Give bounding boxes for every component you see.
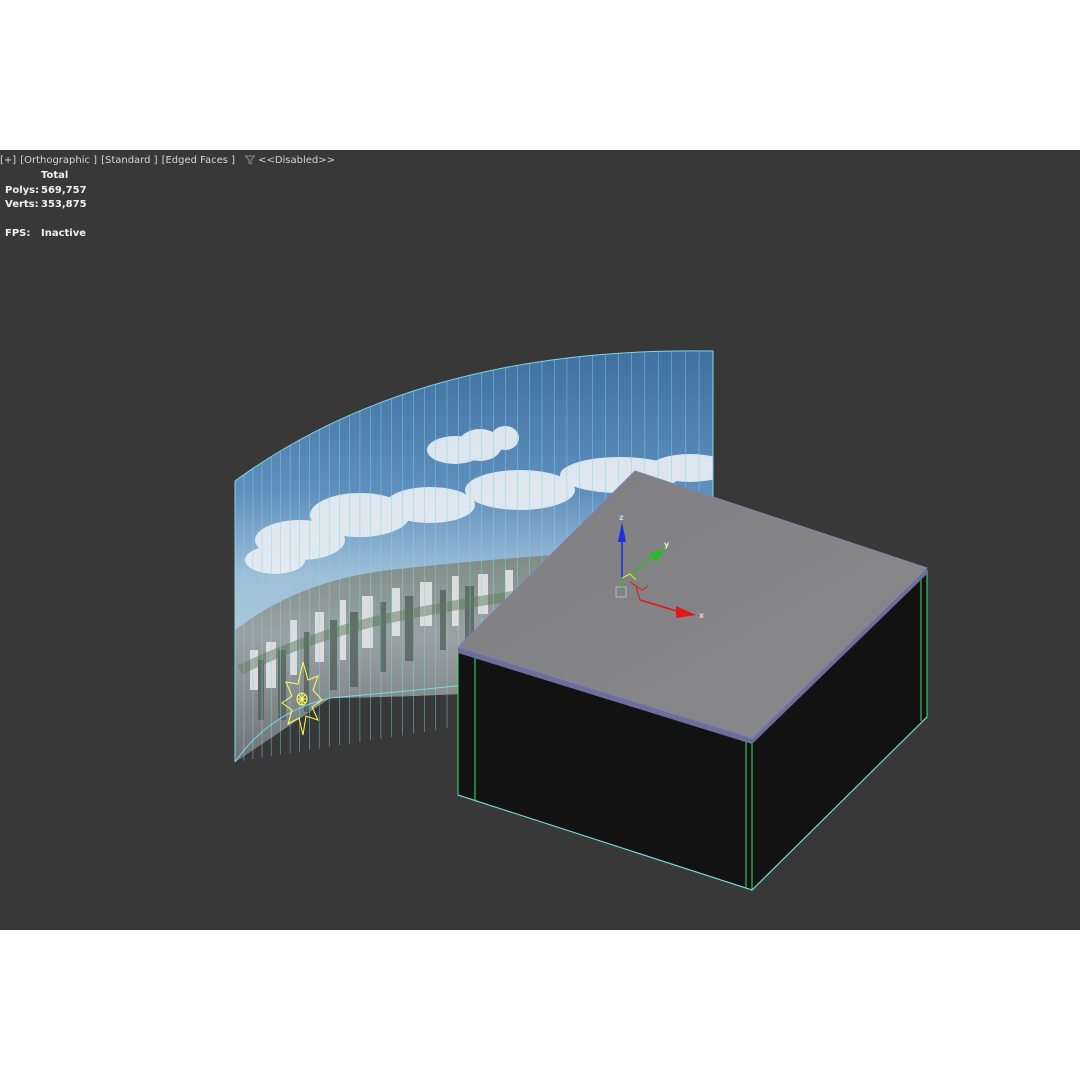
funnel-icon[interactable] bbox=[245, 155, 256, 165]
y-axis-label: y bbox=[664, 540, 670, 549]
scene-canvas[interactable]: z y x bbox=[0, 150, 1080, 930]
fps-label: FPS: bbox=[5, 227, 31, 239]
stats-polys-row: Polys: 569,757 bbox=[5, 184, 87, 199]
viewport-menu-button[interactable]: [+] bbox=[0, 155, 16, 166]
stats-verts-row: Verts: 353,875 bbox=[5, 198, 87, 213]
viewport-label-bar: [+] [Orthographic ] [Standard ] [Edged F… bbox=[0, 153, 339, 167]
statistics-overlay: Total Polys: 569,757 Verts: 353,875 FPS:… bbox=[5, 169, 87, 241]
filter-status[interactable]: <<Disabled>> bbox=[258, 155, 335, 166]
verts-label: Verts: bbox=[5, 199, 39, 210]
z-axis-label: z bbox=[619, 513, 624, 522]
polys-label: Polys: bbox=[5, 184, 40, 196]
orthographic-viewport[interactable]: z y x [+] [Orthographic ] [Standard ] [E… bbox=[0, 150, 1080, 930]
view-type-menu[interactable]: [Orthographic ] bbox=[20, 155, 97, 166]
verts-value: 353,875 bbox=[41, 199, 87, 210]
edged-faces-menu[interactable]: [Edged Faces ] bbox=[162, 155, 236, 166]
fps-value: Inactive bbox=[41, 227, 87, 239]
shading-menu[interactable]: [Standard ] bbox=[101, 155, 157, 166]
screenshot-frame: z y x [+] [Orthographic ] [Standard ] [E… bbox=[0, 0, 1080, 1080]
polys-value: 569,757 bbox=[41, 184, 87, 196]
stats-fps-row: FPS: Inactive bbox=[5, 227, 87, 242]
stats-header: Total bbox=[41, 170, 69, 181]
x-axis-label: x bbox=[699, 611, 705, 620]
